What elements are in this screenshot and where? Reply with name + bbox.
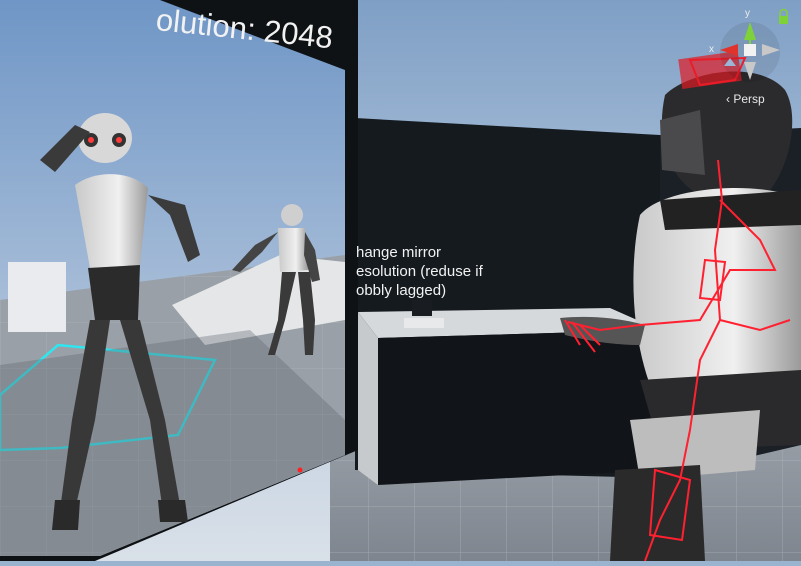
table-button[interactable] xyxy=(412,300,432,316)
scene-gizmo-icon[interactable] xyxy=(720,22,780,82)
scene-viewport[interactable] xyxy=(0,0,801,562)
